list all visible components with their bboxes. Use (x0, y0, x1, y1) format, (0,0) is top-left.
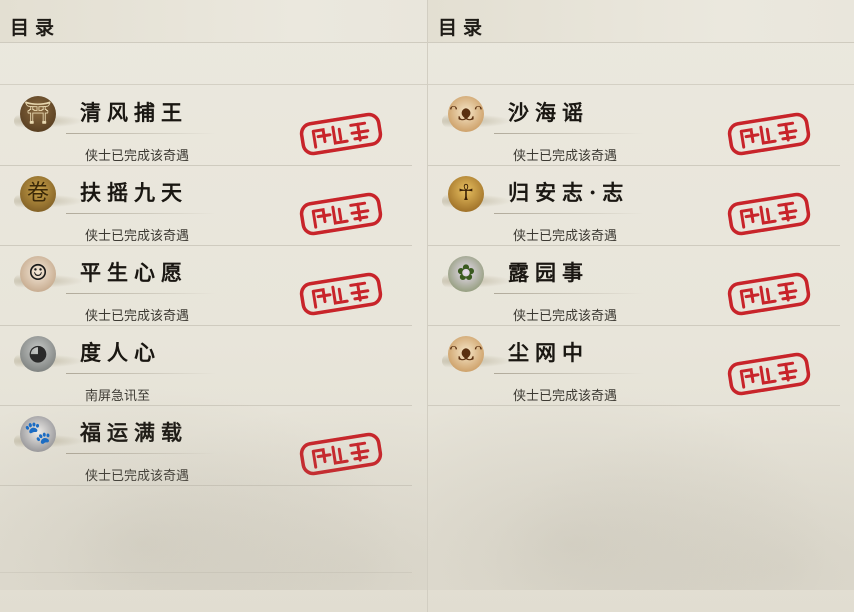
entry-status: 侠士已完成该奇遇 (85, 149, 190, 164)
bamboo-hat-icon: ⛩ (20, 96, 56, 132)
completed-stamp (726, 111, 812, 157)
entry-status: 侠士已完成该奇遇 (513, 309, 618, 324)
adventure-entry[interactable]: ᵔᴥᵔ 沙海谣 侠士已完成该奇遇 (428, 86, 854, 166)
completed-stamp (726, 191, 812, 237)
entry-title: 扶摇九天 (80, 180, 188, 205)
left-header: 目录 (0, 0, 427, 43)
adventure-entry[interactable]: 卷 扶摇九天 侠士已完成该奇遇 (0, 166, 427, 246)
completed-stamp (298, 271, 384, 317)
right-header-title: 目录 (438, 17, 489, 39)
right-header: 目录 (428, 0, 854, 43)
completed-stamp (298, 431, 384, 477)
entry-title: 福运满载 (80, 420, 188, 445)
entry-title: 沙海谣 (508, 100, 589, 125)
entry-status: 侠士已完成该奇遇 (85, 469, 190, 484)
entry-title: 平生心愿 (80, 260, 188, 285)
adventure-entry[interactable]: ☺ 平生心愿 侠士已完成该奇遇 (0, 246, 427, 326)
husky-dog-icon: 🐾 (20, 416, 56, 452)
completed-stamp (726, 271, 812, 317)
completed-stamp (298, 111, 384, 157)
adventure-entry[interactable]: ⛩ 清风捕王 侠士已完成该奇遇 (0, 86, 427, 166)
adventure-entry[interactable]: ✿ 露园事 侠士已完成该奇遇 (428, 246, 854, 326)
entry-title: 尘网中 (508, 340, 589, 365)
entry-title: 度人心 (80, 340, 161, 365)
left-panel: 目录 ⛩ 清风捕王 侠士已完成该奇遇 卷 扶摇九天 侠士已完成该奇遇 ☺ 平生心… (0, 0, 427, 612)
adventure-entry[interactable]: ☥ 归安志·志 侠士已完成该奇遇 (428, 166, 854, 246)
stone-mask-icon: ◕ (20, 336, 56, 372)
entry-title: 归安志·志 (508, 180, 630, 205)
entry-title: 清风捕王 (80, 100, 188, 125)
completed-stamp (726, 351, 812, 397)
scholar-doll-icon: ☺ (20, 256, 56, 292)
golden-figure-icon: ☥ (448, 176, 484, 212)
adventure-entry[interactable]: ◕ 度人心 南屏急讯至 (0, 326, 427, 406)
entry-status: 南屏急讯至 (85, 389, 151, 404)
fox-cat-icon: ᵔᴥᵔ (448, 336, 484, 372)
entry-status: 侠士已完成该奇遇 (513, 389, 618, 404)
completed-stamp (298, 191, 384, 237)
golden-scroll-icon: 卷 (20, 176, 56, 212)
entry-status: 侠士已完成该奇遇 (513, 149, 618, 164)
entry-status: 侠士已完成该奇遇 (85, 229, 190, 244)
adventure-entry[interactable]: 🐾 福运满载 侠士已完成该奇遇 (0, 406, 427, 486)
right-panel: 目录 ᵔᴥᵔ 沙海谣 侠士已完成该奇遇 ☥ 归安志·志 侠士已完成该奇遇 ✿ 露… (427, 0, 854, 612)
entry-status: 侠士已完成该奇遇 (85, 309, 190, 324)
entry-status: 侠士已完成该奇遇 (513, 229, 618, 244)
entry-title: 露园事 (508, 260, 589, 285)
adventure-entry[interactable]: ᵔᴥᵔ 尘网中 侠士已完成该奇遇 (428, 326, 854, 406)
left-header-title: 目录 (10, 17, 61, 39)
flower-fairy-icon: ✿ (448, 256, 484, 292)
fox-cat-icon: ᵔᴥᵔ (448, 96, 484, 132)
